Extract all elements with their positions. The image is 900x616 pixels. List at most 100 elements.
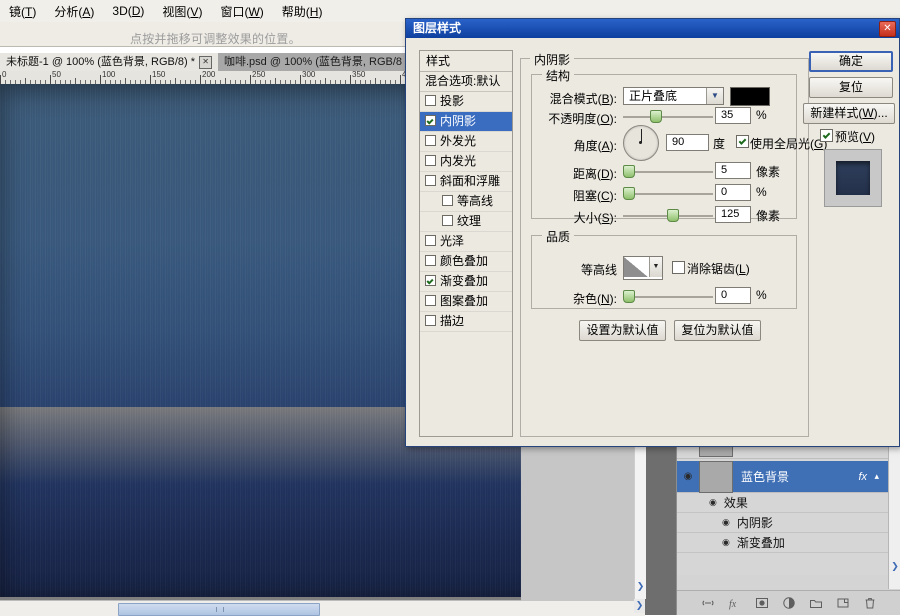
ruler-label: 50 <box>52 71 61 79</box>
close-icon[interactable]: ✕ <box>199 55 213 69</box>
set-as-default-button[interactable]: 设置为默认值 <box>579 320 666 341</box>
style-item-blending-options[interactable]: 混合选项:默认 <box>420 72 512 92</box>
style-item-inner-shadow[interactable]: 内阴影 <box>420 112 512 132</box>
reset-button[interactable]: 复位 <box>809 77 893 98</box>
choke-slider[interactable] <box>623 185 713 200</box>
checkbox-icon[interactable] <box>425 155 436 166</box>
size-input[interactable]: 125 <box>715 206 751 223</box>
checkbox-icon[interactable] <box>425 295 436 306</box>
style-item-inner-glow[interactable]: 内发光 <box>420 152 512 172</box>
style-item-bevel-emboss[interactable]: 斜面和浮雕 <box>420 172 512 192</box>
size-slider[interactable] <box>623 207 713 222</box>
options-bar-hint: 点按并拖移可调整效果的位置。 <box>130 32 301 46</box>
style-item-texture[interactable]: 纹理 <box>420 212 512 232</box>
list-item[interactable]: ◉ 渐变叠加 <box>677 533 889 553</box>
checkbox-icon[interactable] <box>425 315 436 326</box>
opacity-input[interactable]: 35 <box>715 107 751 124</box>
slider-thumb[interactable] <box>623 187 635 200</box>
style-item-label: 斜面和浮雕 <box>440 174 501 188</box>
anti-alias-checkbox[interactable] <box>672 261 685 274</box>
preview-checkbox[interactable] <box>820 129 833 142</box>
ok-button[interactable]: 确定 <box>809 51 893 72</box>
style-item-gradient-overlay[interactable]: 渐变叠加 <box>420 272 512 292</box>
checkbox-icon[interactable] <box>425 275 436 286</box>
chevron-down-icon[interactable]: ▼ <box>706 88 723 104</box>
menu-item-view[interactable]: 视图(V) <box>153 1 211 22</box>
new-style-button[interactable]: 新建样式(W)... <box>803 103 895 124</box>
blend-mode-select[interactable]: 正片叠底 ▼ <box>623 87 724 105</box>
delete-icon[interactable] <box>863 596 877 610</box>
style-item-satin[interactable]: 光泽 <box>420 232 512 252</box>
group-icon[interactable] <box>809 596 823 610</box>
checkbox-icon[interactable] <box>442 215 453 226</box>
style-item-label: 内发光 <box>440 154 477 168</box>
canvas-horizontal-scrollbar[interactable] <box>0 600 645 616</box>
eye-icon[interactable]: ◉ <box>722 517 730 528</box>
layer-effects-group[interactable]: ◉ 效果 <box>677 493 889 513</box>
close-icon[interactable]: ✕ <box>879 21 896 37</box>
style-item-contour[interactable]: 等高线 <box>420 192 512 212</box>
checkbox-icon[interactable] <box>425 115 436 126</box>
checkbox-icon[interactable] <box>442 195 453 206</box>
distance-input[interactable]: 5 <box>715 162 751 179</box>
menu-item-filter[interactable]: 镜(T) <box>0 1 45 22</box>
checkbox-icon[interactable] <box>425 235 436 246</box>
slider-thumb[interactable] <box>667 209 679 222</box>
use-global-light-checkbox[interactable] <box>736 135 749 148</box>
contour-picker[interactable]: ▼ <box>623 256 663 280</box>
eye-icon[interactable]: ◉ <box>677 471 699 482</box>
menu-item-analysis[interactable]: 分析(A) <box>45 1 103 22</box>
menu-item-3d[interactable]: 3D(D) <box>103 2 153 20</box>
new-layer-icon[interactable] <box>836 596 850 610</box>
style-item-label: 等高线 <box>457 194 494 208</box>
adjacent-panel-scrollbar[interactable]: ❯ <box>634 441 646 599</box>
chevron-down-icon[interactable]: ▼ <box>649 257 662 277</box>
styles-list-header: 样式 <box>420 51 512 72</box>
dialog-title-bar[interactable]: 图层样式 ✕ <box>406 19 899 38</box>
link-icon[interactable] <box>701 596 715 610</box>
choke-input[interactable]: 0 <box>715 184 751 201</box>
size-unit: 像素 <box>756 209 781 223</box>
mask-icon[interactable] <box>755 596 769 610</box>
document-tab-coffee[interactable]: 咖啡.psd @ 100% (蓝色背景, RGB/8 <box>218 53 422 71</box>
quality-group-label: 品质 <box>542 228 575 245</box>
style-item-outer-glow[interactable]: 外发光 <box>420 132 512 152</box>
document-tab-untitled[interactable]: 未标题-1 @ 100% (蓝色背景, RGB/8) * ✕ <box>0 53 224 71</box>
adjustment-icon[interactable] <box>782 596 796 610</box>
angle-input[interactable]: 90 <box>666 134 709 151</box>
list-item[interactable]: ◉ 内阴影 <box>677 513 889 533</box>
noise-slider[interactable] <box>623 288 713 303</box>
eye-icon[interactable]: ◉ <box>709 497 717 508</box>
style-item-color-overlay[interactable]: 颜色叠加 <box>420 252 512 272</box>
chevron-right-icon[interactable]: ❯ <box>634 600 645 611</box>
layers-scrollbar[interactable]: ❯ <box>888 441 900 589</box>
expand-chevron-icon[interactable]: ▴ <box>874 471 879 482</box>
fx-icon[interactable]: fx <box>728 596 742 610</box>
style-item-drop-shadow[interactable]: 投影 <box>420 92 512 112</box>
slider-thumb[interactable] <box>623 290 635 303</box>
opacity-slider[interactable] <box>623 108 713 123</box>
inner-shadow-group-label: 内阴影 <box>530 51 575 68</box>
table-row[interactable]: ◉ 蓝色背景 fx ▴ <box>677 460 889 493</box>
scrollbar-thumb[interactable] <box>118 603 320 616</box>
shadow-color-swatch[interactable] <box>730 87 770 106</box>
chevron-down-icon[interactable]: ❯ <box>889 561 900 572</box>
checkbox-icon[interactable] <box>425 95 436 106</box>
slider-thumb[interactable] <box>650 110 662 123</box>
noise-input[interactable]: 0 <box>715 287 751 304</box>
checkbox-icon[interactable] <box>425 255 436 266</box>
chevron-down-icon[interactable]: ❯ <box>635 581 646 592</box>
style-item-pattern-overlay[interactable]: 图案叠加 <box>420 292 512 312</box>
checkbox-icon[interactable] <box>425 135 436 146</box>
choke-unit: % <box>756 185 767 199</box>
menu-item-window[interactable]: 窗口(W) <box>211 1 272 22</box>
eye-icon[interactable]: ◉ <box>722 537 730 548</box>
reset-to-default-button[interactable]: 复位为默认值 <box>674 320 761 341</box>
distance-slider[interactable] <box>623 163 713 178</box>
style-item-stroke[interactable]: 描边 <box>420 312 512 332</box>
checkbox-icon[interactable] <box>425 175 436 186</box>
slider-thumb[interactable] <box>623 165 635 178</box>
angle-dial[interactable] <box>623 125 659 161</box>
fx-icon[interactable]: fx <box>858 471 867 483</box>
menu-item-help[interactable]: 帮助(H) <box>273 1 332 22</box>
